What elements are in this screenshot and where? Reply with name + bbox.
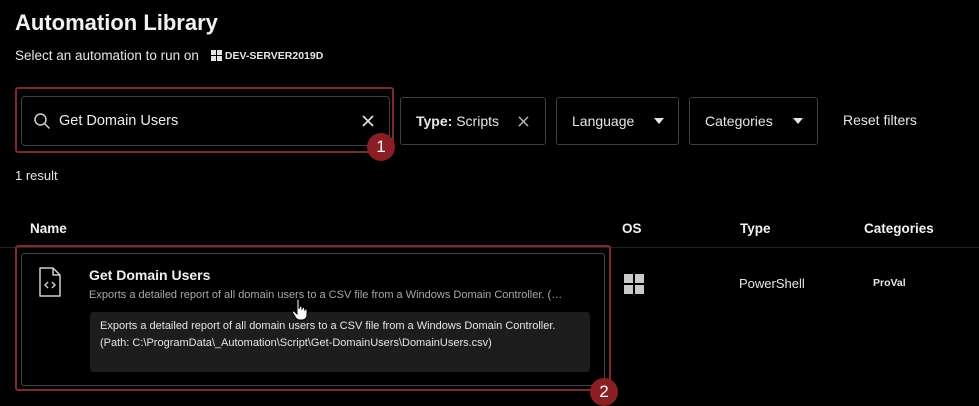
close-icon — [518, 115, 529, 127]
search-icon — [34, 113, 50, 129]
target-server: DEV-SERVER2019D — [210, 49, 324, 62]
clear-type-filter-button[interactable] — [518, 115, 529, 127]
row-description: Exports a detailed report of all domain … — [89, 289, 569, 301]
column-header-type: Type — [740, 221, 771, 236]
categories-filter-dropdown[interactable]: Categories — [689, 97, 818, 145]
categories-filter-label: Categories — [705, 113, 773, 129]
language-filter-label: Language — [572, 113, 635, 129]
result-count: 1 result — [15, 168, 58, 183]
search-input[interactable] — [59, 113, 357, 129]
chevron-down-icon — [792, 118, 803, 124]
hand-cursor-icon — [291, 298, 308, 321]
type-filter[interactable]: Type: Scripts — [400, 97, 546, 145]
close-icon — [362, 115, 374, 127]
row-title[interactable]: Get Domain Users — [89, 267, 210, 283]
step-badge-2: 2 — [590, 378, 618, 406]
page-title: Automation Library — [15, 10, 218, 35]
row-type: PowerShell — [739, 276, 805, 291]
column-header-name: Name — [30, 221, 67, 236]
row-category: ProVal — [873, 277, 906, 289]
page-subtitle: Select an automation to run on DEV-SERVE… — [15, 48, 323, 63]
search-box[interactable] — [21, 96, 390, 146]
windows-icon — [624, 274, 644, 294]
windows-icon — [210, 50, 222, 61]
column-header-os: OS — [622, 221, 642, 236]
chevron-down-icon — [654, 118, 665, 124]
language-filter-dropdown[interactable]: Language — [556, 97, 679, 145]
type-filter-label: Type: Scripts — [416, 113, 499, 129]
column-header-categories: Categories — [864, 221, 934, 236]
server-name: DEV-SERVER2019D — [224, 49, 324, 62]
description-tooltip: Exports a detailed report of all domain … — [90, 312, 590, 372]
subtitle-text: Select an automation to run on — [15, 48, 199, 63]
step-badge-1: 1 — [367, 133, 395, 161]
reset-filters-button[interactable]: Reset filters — [843, 112, 917, 128]
script-file-icon — [39, 267, 61, 297]
clear-search-button[interactable] — [357, 110, 379, 132]
